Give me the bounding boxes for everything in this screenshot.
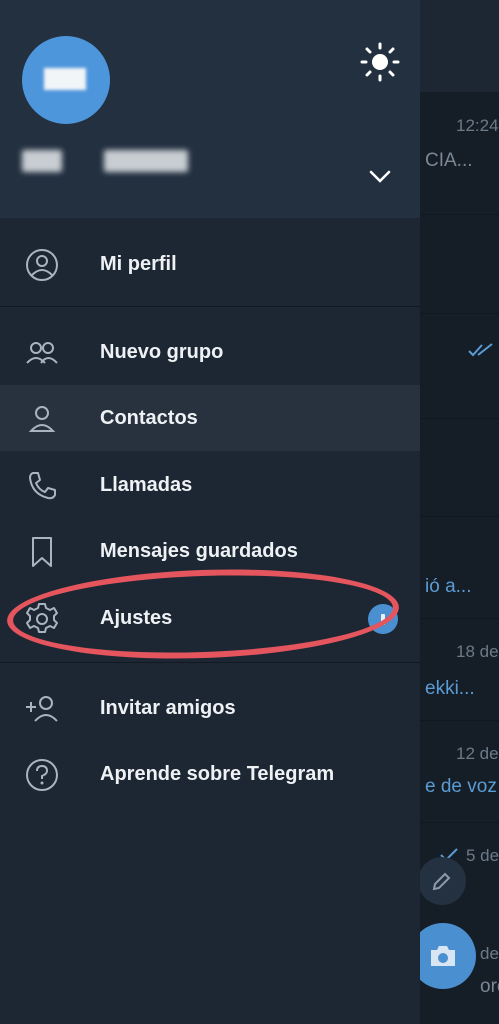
help-circle-icon [26,759,58,791]
chat-row[interactable]: 12:24 CIA... [420,112,499,192]
menu-item-label: Contactos [100,407,198,429]
chat-time: 5 de [466,846,499,865]
chevron-down-icon[interactable] [366,166,394,186]
menu-item-label: Mi perfil [100,253,177,275]
chat-preview: ekki... [425,678,475,699]
sun-icon[interactable] [360,42,400,82]
add-user-icon [26,696,58,722]
menu-item-telegram-faq[interactable]: Aprende sobre Telegram [0,741,420,807]
divider [0,306,420,307]
chat-time: de [480,944,499,963]
menu-item-label: Aprende sobre Telegram [100,763,335,785]
chat-time: 18 de [456,642,499,661]
menu-item-invite-friends[interactable]: Invitar amigos [0,675,420,741]
chat-preview: CIA... [425,150,473,171]
menu-item-new-group[interactable]: Nuevo grupo [0,319,420,385]
phone-icon [29,472,56,500]
avatar[interactable] [22,36,110,124]
chat-row[interactable]: 18 de ekki... [420,638,499,718]
compose-button[interactable] [418,857,466,905]
chat-preview: e de voz [425,776,497,797]
pencil-icon [432,872,451,891]
account-phone-redacted [104,150,188,172]
double-check-icon [468,343,493,357]
account-name-redacted [22,150,62,172]
menu-item-label: Invitar amigos [100,697,236,719]
bookmark-icon [32,537,52,567]
menu-item-label: Llamadas [100,474,193,496]
navigation-drawer: Mi perfil Nuevo grupo Contactos Llamadas… [0,0,420,1024]
chat-preview: ió a... [425,576,472,597]
contact-icon [28,406,56,432]
menu-item-profile[interactable]: Mi perfil [0,231,420,297]
camera-icon [431,946,455,966]
drawer-header [0,0,420,218]
group-icon [26,342,58,364]
chat-time: 12:24 [456,116,499,135]
chat-preview: ore [480,976,499,997]
menu-item-label: Nuevo grupo [100,341,224,363]
chat-row[interactable] [420,335,499,375]
chat-time: 12 de [456,744,499,763]
chat-row[interactable]: 12 de e de voz [420,740,499,820]
menu-item-contacts[interactable]: Contactos [0,385,420,451]
menu-item-calls[interactable]: Llamadas [0,452,420,518]
chat-list-header [420,0,499,92]
profile-circle-icon [26,249,58,281]
chat-row[interactable]: ió a... [420,570,499,610]
divider [0,662,420,663]
